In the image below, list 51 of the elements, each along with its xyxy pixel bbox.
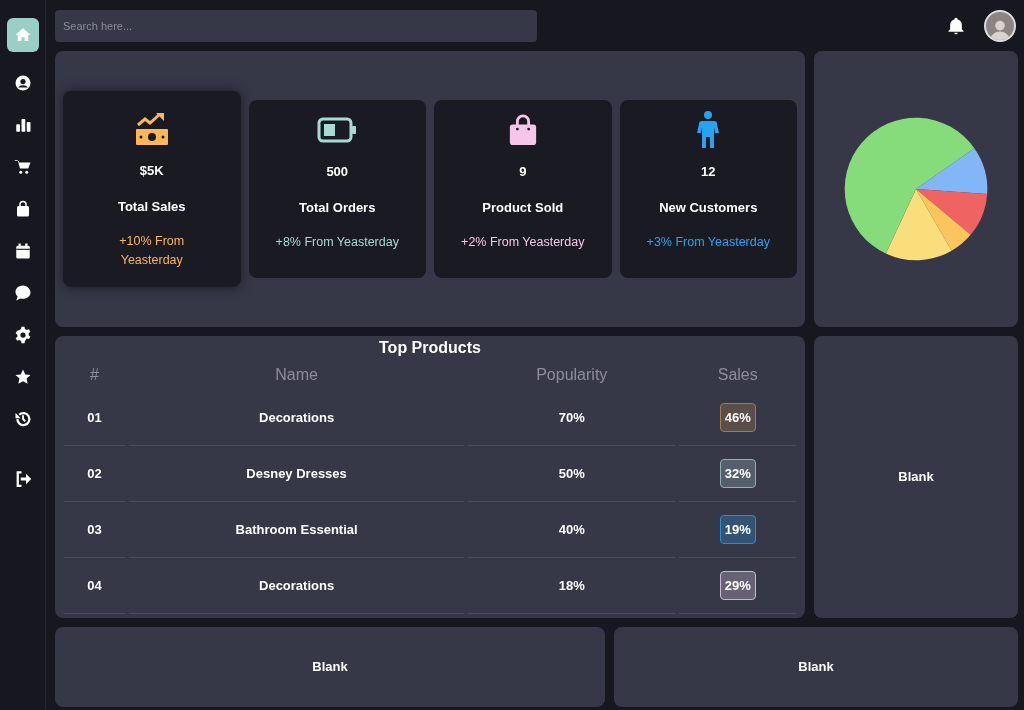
stat-label: Product Sold <box>482 198 564 217</box>
table-cell: 01 <box>64 390 126 446</box>
bell-icon[interactable] <box>946 16 966 36</box>
user-icon <box>13 73 32 92</box>
battery-icon <box>317 117 358 143</box>
shopping-bag-icon <box>507 113 538 147</box>
avatar[interactable] <box>984 10 1016 42</box>
stat-value: 500 <box>326 163 349 181</box>
search-field[interactable]: Search here... <box>55 10 537 42</box>
chat-icon <box>13 283 32 302</box>
calendar-icon <box>13 241 32 260</box>
stat-value: 12 <box>701 163 716 181</box>
stat-value: 9 <box>519 163 527 181</box>
stat-change: +10% From Yeasterday <box>118 233 186 269</box>
sales-tag: 32% <box>719 458 756 489</box>
column-header: Popularity <box>535 365 609 385</box>
table-cell: Desney Dresses <box>129 446 465 502</box>
sidebar-item[interactable] <box>6 18 39 52</box>
stat-change: +3% From Yeasterday <box>645 234 771 251</box>
stat-label: Total Orders <box>299 198 376 217</box>
panel-text: Blank <box>312 658 348 677</box>
table-cell: 18% <box>468 558 676 614</box>
table-cell: Bathroom Essential <box>129 502 465 558</box>
sales-tag: 46% <box>719 402 756 433</box>
home-icon <box>13 26 32 44</box>
stat-label: New Customers <box>659 198 758 217</box>
stat-change: +8% From Yeasterday <box>274 234 400 251</box>
table-cell: 04 <box>64 558 126 614</box>
cart-icon <box>13 157 32 176</box>
table-cell: 02 <box>64 446 126 502</box>
person-icon <box>696 111 721 149</box>
table-cell: Decorations <box>129 558 465 614</box>
history-icon <box>13 409 32 428</box>
stat-change: +2% From Yeasterday <box>460 234 586 251</box>
table-title: Top Products <box>378 338 482 358</box>
sales-tag: 19% <box>719 514 756 545</box>
table-cell: 03 <box>64 502 126 558</box>
settings-icon <box>13 325 32 344</box>
sales-tag: 29% <box>719 570 756 601</box>
stat-value: $5K <box>139 162 164 180</box>
column-header: # <box>89 365 100 385</box>
column-header: Sales <box>716 365 759 385</box>
table-cell: 50% <box>468 446 676 502</box>
table-cell: Decorations <box>129 390 465 446</box>
stat-label: Total Sales <box>117 197 186 216</box>
panel-text: Blank <box>798 658 834 677</box>
column-header: Name <box>274 365 319 385</box>
panel-text: Blank <box>898 468 934 487</box>
table-cell: 40% <box>468 502 676 558</box>
table-cell: 70% <box>468 390 676 446</box>
money-growth-icon <box>133 111 170 147</box>
